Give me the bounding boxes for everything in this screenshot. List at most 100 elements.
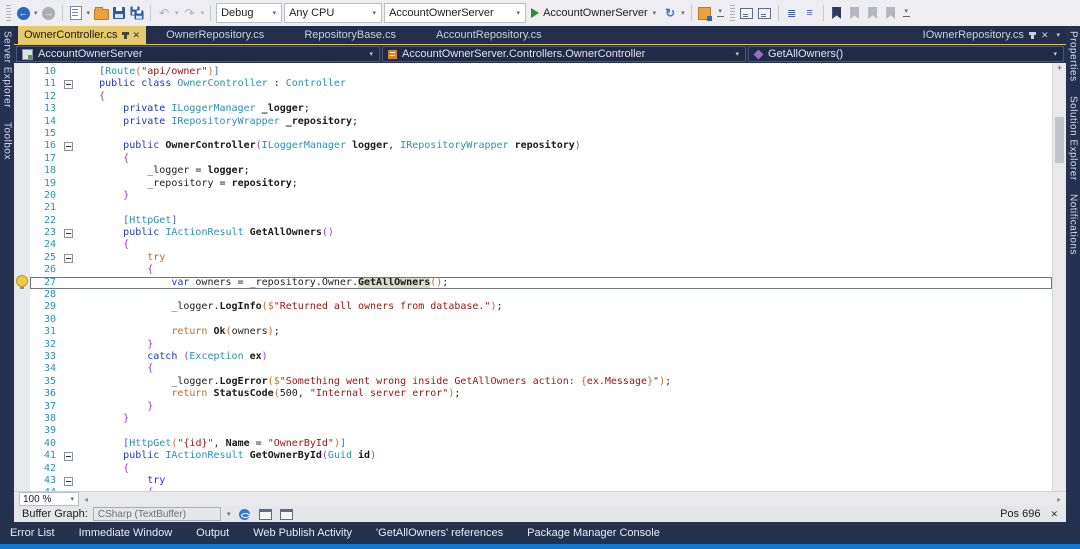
preview-changes-button[interactable] (757, 4, 773, 22)
undo-button[interactable]: ↶ (156, 4, 172, 22)
code-line-39[interactable]: 39 (30, 425, 1052, 437)
breakpoint-margin[interactable] (14, 63, 30, 491)
code-line-44[interactable]: 44 { (30, 487, 1052, 491)
fold-toggle-icon[interactable] (61, 252, 75, 264)
new-project-caret[interactable]: ▾ (87, 9, 91, 17)
code-line-13[interactable]: 13 private ILoggerManager _logger; (30, 103, 1052, 115)
redo-caret[interactable]: ▾ (201, 9, 205, 17)
toolbar-grip[interactable] (6, 5, 11, 21)
code-line-29[interactable]: 29 _logger.LogInfo($"Returned all owners… (30, 301, 1052, 313)
refresh-caret[interactable]: ▾ (681, 9, 685, 17)
code-line-10[interactable]: 10 [Route("api/owner")] (30, 66, 1052, 78)
code-line-30[interactable]: 30 (30, 314, 1052, 326)
code-line-35[interactable]: 35 _logger.LogError($"Something went wro… (30, 376, 1052, 388)
toolbar-overflow[interactable]: ▾ (902, 8, 910, 17)
close-icon[interactable]: ✕ (133, 30, 141, 41)
refresh-button[interactable]: ↻ (662, 4, 678, 22)
panel-tab-package-manager-console[interactable]: Package Manager Console (527, 527, 660, 539)
new-project-button[interactable] (68, 4, 84, 22)
solution-platform-combo[interactable]: Any CPU ▾ (284, 3, 383, 23)
pin-icon[interactable] (1028, 31, 1036, 39)
prev-bookmark-button[interactable] (847, 4, 863, 22)
panel-tab-error-list[interactable]: Error List (10, 527, 55, 539)
tool-tab-toolbox[interactable]: Toolbox (2, 122, 13, 160)
splitter-handle[interactable]: + (1053, 64, 1066, 73)
fold-toggle-icon[interactable] (61, 450, 75, 462)
solution-configuration-combo[interactable]: Debug ▾ (216, 3, 283, 23)
code-line-38[interactable]: 38 } (30, 413, 1052, 425)
code-line-27[interactable]: 27 var owners = _repository.Owner.GetAll… (30, 276, 1052, 290)
panel-tab-immediate-window[interactable]: Immediate Window (79, 527, 173, 539)
hscroll-right-arrow[interactable]: ▸ (1052, 495, 1066, 504)
type-dropdown[interactable]: AccountOwnerServer.Controllers.OwnerCont… (382, 46, 746, 62)
window-add-button[interactable] (278, 505, 294, 523)
code-line-40[interactable]: 40 [HttpGet("{id}", Name = "OwnerById")] (30, 438, 1052, 450)
code-line-37[interactable]: 37 } (30, 401, 1052, 413)
next-bookmark-button[interactable] (865, 4, 881, 22)
tool-tab-notifications[interactable]: Notifications (1068, 194, 1079, 255)
pin-icon[interactable] (121, 31, 129, 39)
undo-caret[interactable]: ▾ (175, 9, 179, 17)
code-line-21[interactable]: 21 (30, 202, 1052, 214)
navigate-forward-button[interactable]: → (41, 4, 57, 22)
code-line-31[interactable]: 31 return Ok(owners); (30, 326, 1052, 338)
performance-button[interactable] (697, 4, 713, 22)
code-line-18[interactable]: 18 _logger = logger; (30, 165, 1052, 177)
back-dropdown-caret[interactable]: ▾ (34, 9, 38, 17)
tab-accountrepository-cs[interactable]: AccountRepository.cs (416, 26, 562, 44)
close-margin-icon[interactable]: ✕ (1050, 509, 1058, 520)
tool-tab-properties[interactable]: Properties (1068, 31, 1079, 82)
hscroll-left-arrow[interactable]: ◂ (79, 495, 93, 504)
open-file-button[interactable] (93, 4, 109, 22)
fold-toggle-icon[interactable] (61, 140, 75, 152)
buffer-combo[interactable]: CSharp (TextBuffer) (92, 507, 221, 521)
navigate-back-button[interactable]: ← (15, 4, 31, 22)
window-button[interactable] (257, 505, 273, 523)
code-line-34[interactable]: 34 { (30, 363, 1052, 375)
panel-tab-web-publish-activity[interactable]: Web Publish Activity (253, 527, 352, 539)
fold-toggle-icon[interactable] (61, 227, 75, 239)
tool-tab-solution-explorer[interactable]: Solution Explorer (1068, 96, 1079, 181)
graph-button[interactable] (236, 505, 252, 523)
start-debugging-button[interactable]: AccountOwnerServer ▾ (528, 7, 660, 19)
member-dropdown[interactable]: GetAllOwners() ▾ (748, 46, 1064, 62)
clear-bookmarks-button[interactable] (883, 4, 899, 22)
close-icon[interactable]: ✕ (1041, 30, 1049, 41)
increase-indent-button[interactable]: ≡ (802, 4, 818, 22)
document-list-caret[interactable]: ▾ (1056, 31, 1060, 39)
project-dropdown[interactable]: AccountOwnerServer ▾ (16, 46, 380, 62)
code-line-43[interactable]: 43 try (30, 475, 1052, 487)
code-line-28[interactable]: 28 (30, 289, 1052, 301)
code-line-42[interactable]: 42 { (30, 463, 1052, 475)
code-line-12[interactable]: 12 { (30, 91, 1052, 103)
code-editor[interactable]: 10 [Route("api/owner")] 11 public class O… (14, 63, 1066, 491)
code-line-32[interactable]: 32 } (30, 339, 1052, 351)
code-line-19[interactable]: 19 _repository = repository; (30, 178, 1052, 190)
tool-tab-server-explorer[interactable]: Server Explorer (2, 31, 13, 108)
panel-tab-output[interactable]: Output (196, 527, 229, 539)
code-line-36[interactable]: 36 return StatusCode(500, "Internal serv… (30, 388, 1052, 400)
code-line-20[interactable]: 20 } (30, 190, 1052, 202)
code-line-41[interactable]: 41 public IActionResult GetOwnerById(Gui… (30, 450, 1052, 462)
fold-toggle-icon[interactable] (61, 78, 75, 90)
code-line-17[interactable]: 17 { (30, 153, 1052, 165)
fold-toggle-icon[interactable] (61, 475, 75, 487)
code-line-33[interactable]: 33 catch (Exception ex) (30, 351, 1052, 363)
buffer-combo-caret[interactable]: ▾ (227, 510, 231, 518)
zoom-combo[interactable]: 100 % ▾ (19, 492, 79, 506)
toggle-bookmark-button[interactable] (829, 4, 845, 22)
decrease-indent-button[interactable]: ≣ (784, 4, 800, 22)
save-all-button[interactable] (129, 4, 145, 22)
right-doc-tab[interactable]: IOwnerRepository.cs ✕ ▾ (923, 26, 1066, 44)
startup-project-combo[interactable]: AccountOwnerServer ▾ (384, 3, 527, 23)
code-line-11[interactable]: 11 public class OwnerController : Contro… (30, 78, 1052, 90)
attach-button[interactable] (739, 4, 755, 22)
panel-tab--getallowners-references[interactable]: 'GetAllOwners' references (376, 527, 503, 539)
code-line-25[interactable]: 25 try (30, 252, 1052, 264)
code-line-24[interactable]: 24 { (30, 239, 1052, 251)
lightbulb-icon[interactable] (16, 275, 28, 289)
toolbar-overflow[interactable]: ▾ (716, 8, 724, 17)
tab-repositorybase-cs[interactable]: RepositoryBase.cs (284, 26, 416, 44)
vertical-scrollbar[interactable]: + (1052, 63, 1066, 491)
code-line-23[interactable]: 23 public IActionResult GetAllOwners() (30, 227, 1052, 239)
